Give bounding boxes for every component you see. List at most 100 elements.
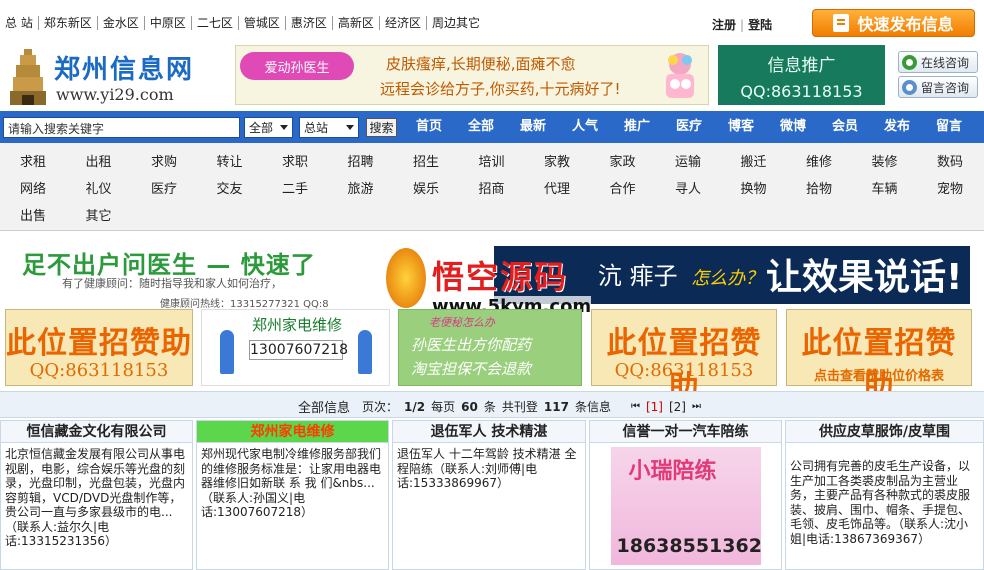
first-page-icon[interactable]: ⏮ <box>631 401 640 412</box>
message-consult-label: 留言咨询 <box>921 80 970 95</box>
image-phone: 18638551362 <box>616 535 762 557</box>
category-link[interactable]: 出售 <box>8 205 58 224</box>
category-link[interactable]: 网络 <box>8 178 58 197</box>
nav-item-home[interactable]: 首页 <box>405 111 453 143</box>
category-link[interactable]: 求购 <box>139 151 189 170</box>
category-select[interactable]: 全部 <box>244 117 293 138</box>
nav-item-popular[interactable]: 人气 <box>561 111 609 143</box>
nav-item-publish[interactable]: 发布 <box>873 111 921 143</box>
category-link[interactable]: 礼仪 <box>74 178 124 197</box>
promo-box[interactable]: 信息推广 QQ:863118153 <box>718 45 885 105</box>
category-link[interactable]: 出租 <box>74 151 124 170</box>
per-page-unit: 条 <box>483 400 496 414</box>
search-input[interactable]: 请输入搜索关键字 <box>3 117 240 138</box>
region-link[interactable]: 郑东新区 <box>39 16 98 30</box>
region-link[interactable]: 金水区 <box>98 16 145 30</box>
top-bar: 总 站 郑东新区 金水区 中原区 二七区 管城区 惠济区 高新区 经济区 周边其… <box>0 0 984 44</box>
category-link[interactable]: 代理 <box>532 178 582 197</box>
category-link[interactable]: 换物 <box>729 178 779 197</box>
category-link[interactable]: 娱乐 <box>401 178 451 197</box>
listing-card-title[interactable]: 恒信藏金文化有限公司 <box>1 421 192 443</box>
region-link[interactable]: 中原区 <box>145 16 192 30</box>
category-link[interactable]: 招商 <box>467 178 517 197</box>
sponsor-slot[interactable]: 此位置招赞助 QQ:863118153 <box>591 309 777 405</box>
category-link[interactable]: 医疗 <box>139 178 189 197</box>
doctor-sponsor-ad[interactable]: 老便秘怎么办 孙医生出方你配药 淘宝担保不会退款 <box>398 309 582 386</box>
category-link[interactable]: 家政 <box>598 151 648 170</box>
search-button[interactable]: 搜索 <box>366 118 397 137</box>
nav-item-promote[interactable]: 推广 <box>613 111 661 143</box>
category-link[interactable]: 转让 <box>205 151 255 170</box>
message-icon <box>902 79 917 95</box>
nav-item-weibo[interactable]: 微博 <box>769 111 817 143</box>
listing-card-title[interactable]: 供应皮草服饰/皮草围 <box>786 421 983 443</box>
sponsor-price-link[interactable]: 点击查看赞助位价格表 <box>787 365 971 384</box>
listing-card-body: 退伍军人 十二年驾龄 技术精湛 全程陪练（联系人:刘师傅|电话:15333869… <box>397 447 577 490</box>
category-link[interactable]: 宠物 <box>925 178 975 197</box>
doctor-ad-line: 孙医生出方你配药 <box>411 336 532 354</box>
page-link-current[interactable]: [1] <box>646 400 663 414</box>
repair-ad-phone: 13007607218 <box>249 340 348 360</box>
listing-card[interactable]: 恒信藏金文化有限公司 北京恒信藏金发展有限公司从事电视剧，电影，综合娱乐等光盘的… <box>0 420 193 570</box>
category-link[interactable]: 家教 <box>532 151 582 170</box>
listing-card-title[interactable]: 退伍军人 技术精湛 <box>393 421 585 443</box>
category-link[interactable]: 培训 <box>467 151 517 170</box>
category-link[interactable]: 合作 <box>598 178 648 197</box>
category-link[interactable]: 招生 <box>401 151 451 170</box>
category-link[interactable]: 二手 <box>270 178 320 197</box>
category-link[interactable]: 车辆 <box>860 178 910 197</box>
login-link[interactable]: 登陆 <box>746 18 774 32</box>
category-link[interactable]: 招聘 <box>336 151 386 170</box>
online-consult-label: 在线咨询 <box>921 55 970 70</box>
nav-item-medical[interactable]: 医疗 <box>665 111 713 143</box>
nav-item-member[interactable]: 会员 <box>821 111 869 143</box>
doctor-banner[interactable]: 足不出户问医生 — 快速了 有了健康顾问：随时指导我和家人如何治疗， 健康顾问热… <box>0 239 410 310</box>
category-link[interactable]: 拾物 <box>794 178 844 197</box>
category-link[interactable]: 维修 <box>794 151 844 170</box>
banner-right-small: 怎么办？ <box>691 268 764 289</box>
region-link[interactable]: 经济区 <box>380 16 427 30</box>
region-link[interactable]: 二七区 <box>192 16 239 30</box>
listing-card-image[interactable]: 小瑞陪练 18638551362 <box>610 447 762 565</box>
category-link[interactable]: 交友 <box>205 178 255 197</box>
category-link[interactable]: 运输 <box>663 151 713 170</box>
category-link[interactable]: 装修 <box>860 151 910 170</box>
sponsor-slot[interactable]: 此位置招赞助 QQ:863118153 <box>5 309 193 386</box>
site-select[interactable]: 总站 <box>299 117 359 138</box>
site-logo[interactable]: 郑州信息网 www.yi29.com <box>6 45 206 105</box>
publish-button[interactable]: 快速发布信息 <box>812 9 975 37</box>
listing-card[interactable]: 退伍军人 技术精湛 退伍军人 十二年驾龄 技术精湛 全程陪练（联系人:刘师傅|电… <box>392 420 586 570</box>
region-link[interactable]: 周边其它 <box>427 16 485 30</box>
category-link[interactable]: 求租 <box>8 151 58 170</box>
region-link[interactable]: 总 站 <box>0 16 39 30</box>
nav-item-blog[interactable]: 博客 <box>717 111 765 143</box>
doctor-ad-banner[interactable]: 爱动孙医生 皮肤瘙痒,长期便秘,面瘫不愈 远程会诊给方子,你买药,十元病好了! <box>235 45 709 105</box>
category-link[interactable]: 搬迁 <box>729 151 779 170</box>
repair-ad[interactable]: 郑州家电维修 13007607218 <box>201 309 390 386</box>
last-page-icon[interactable]: ⏭ <box>692 401 701 412</box>
online-consult-button[interactable]: 在线咨询 <box>898 51 978 73</box>
category-link[interactable]: 旅游 <box>336 178 386 197</box>
listing-card-title[interactable]: 信誉一对一汽车陪练 <box>590 421 781 443</box>
category-link[interactable]: 寻人 <box>663 178 713 197</box>
region-link[interactable]: 惠济区 <box>286 16 333 30</box>
category-link[interactable]: 其它 <box>74 205 124 224</box>
nav-item-all[interactable]: 全部 <box>457 111 505 143</box>
site-select-value: 总站 <box>304 121 329 135</box>
page-link[interactable]: [2] <box>669 400 686 414</box>
region-link[interactable]: 高新区 <box>333 16 380 30</box>
nav-item-message[interactable]: 留言 <box>925 111 973 143</box>
listing-card-title[interactable]: 郑州家电维修 <box>197 421 388 443</box>
listing-card[interactable]: 供应皮草服饰/皮草围 公司拥有完善的皮毛生产设备，以生产加工各类裘皮制品为主营业… <box>785 420 984 570</box>
listing-card[interactable]: 郑州家电维修 郑州现代家电制冷维修服务部我们的维修服务标准是：让家用电器电器维修… <box>196 420 389 570</box>
auth-divider: | <box>740 18 745 32</box>
listing-card[interactable]: 信誉一对一汽车陪练 小瑞陪练 18638551362 <box>589 420 782 570</box>
nav-item-latest[interactable]: 最新 <box>509 111 557 143</box>
sponsor-slot[interactable]: 此位置招赞助 点击查看赞助位价格表 <box>786 309 972 405</box>
sponsor-slot-qq: QQ:863118153 <box>614 360 754 381</box>
category-link[interactable]: 求职 <box>270 151 320 170</box>
region-link[interactable]: 管城区 <box>239 16 286 30</box>
category-link[interactable]: 数码 <box>925 151 975 170</box>
register-link[interactable]: 注册 <box>710 18 738 32</box>
message-consult-button[interactable]: 留言咨询 <box>898 76 978 98</box>
